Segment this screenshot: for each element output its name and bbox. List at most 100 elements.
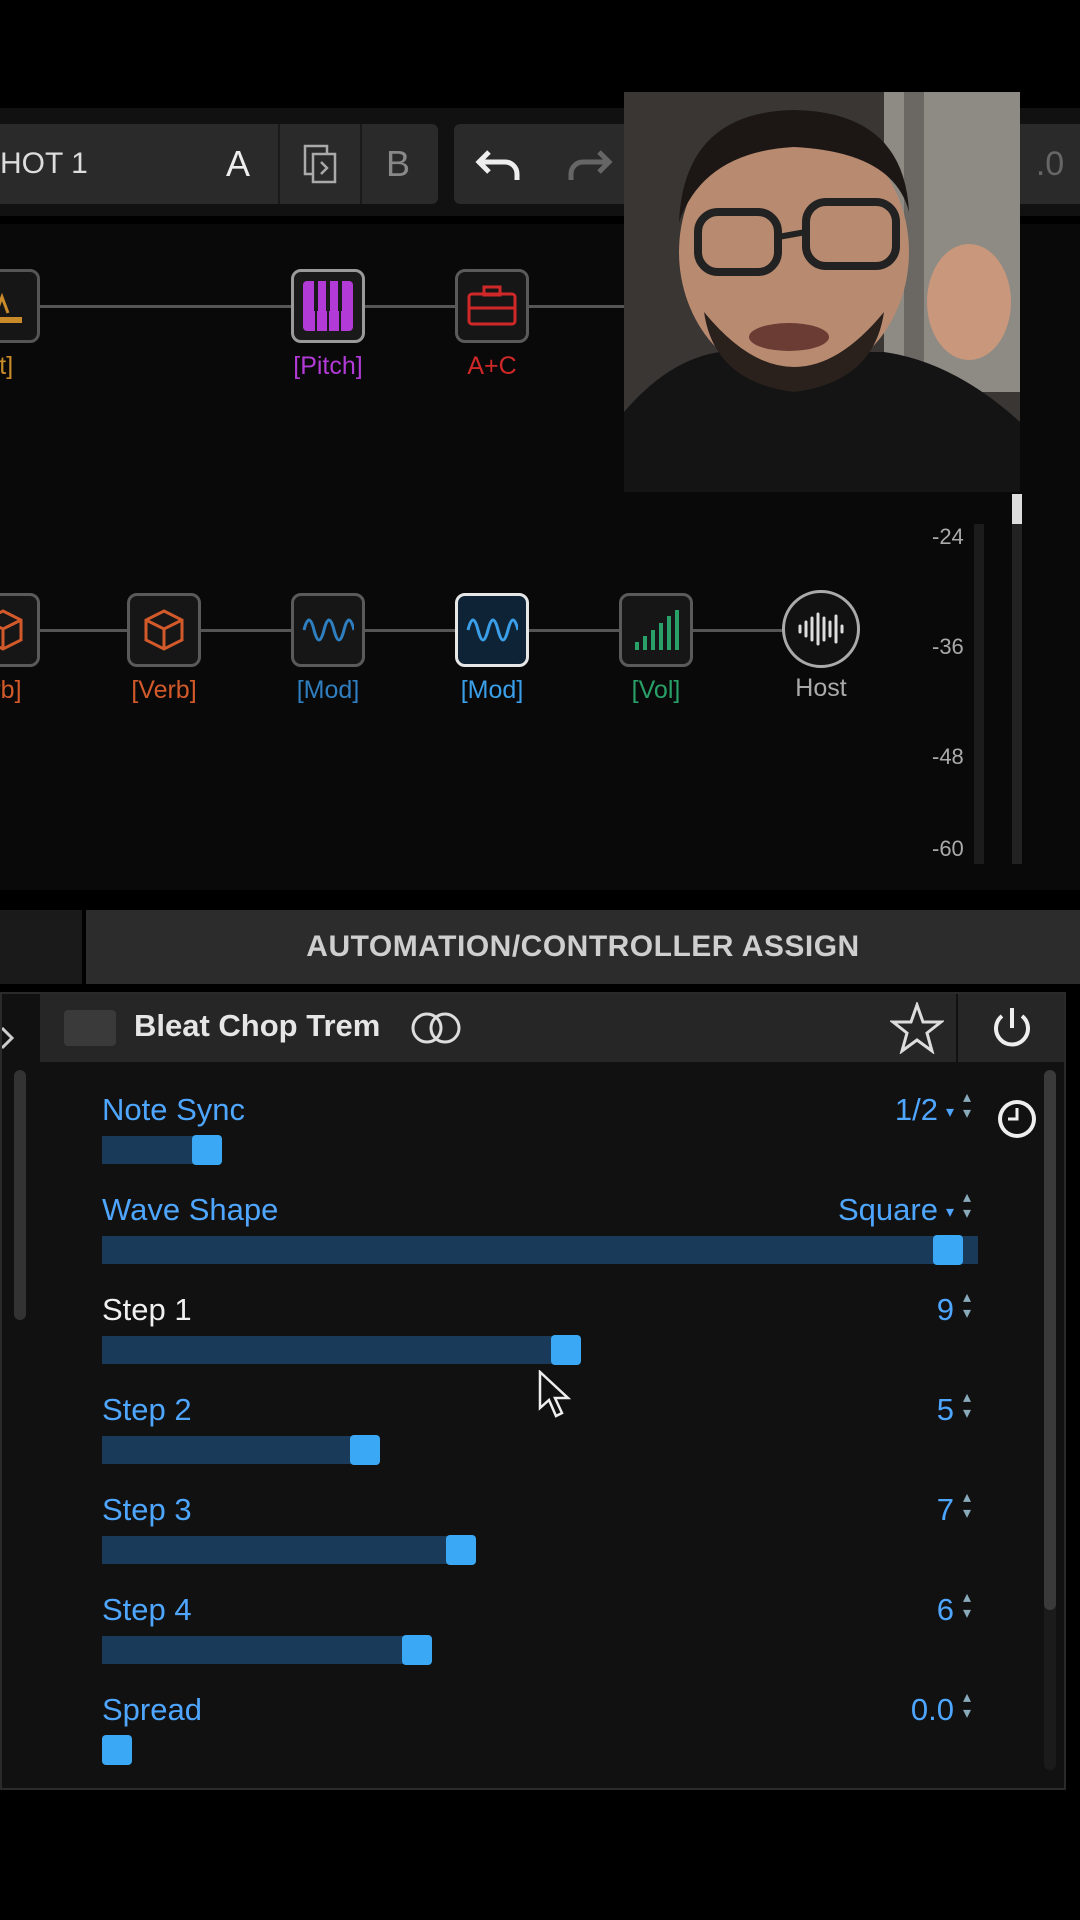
tab-left[interactable]: [0, 910, 82, 984]
cab-block[interactable]: [455, 269, 529, 343]
snapshot-selector[interactable]: HOT 1: [0, 124, 210, 204]
model-parameter-panel: Bleat Chop Trem Note Sync 1/2 ▾ ▴ ▾ Wave Shap…: [0, 992, 1066, 1790]
right-scrollbar-thumb[interactable]: [1044, 1070, 1056, 1610]
left-scrollbar[interactable]: [14, 1070, 26, 1320]
param-slider-thumb[interactable]: [349, 1435, 380, 1465]
stepper-arrows-icon[interactable]: ▴ ▾: [958, 1190, 976, 1222]
volume-block[interactable]: [619, 593, 693, 667]
stepper-arrows-icon[interactable]: ▴ ▾: [958, 1690, 976, 1722]
stepper-arrows-icon[interactable]: ▴ ▾: [958, 1590, 976, 1622]
redo-button[interactable]: [544, 124, 634, 204]
chevron-icon: [0, 1026, 15, 1050]
wave-icon: [466, 618, 518, 642]
param-name: Wave Shape: [102, 1192, 279, 1227]
reverb-block-1[interactable]: [0, 593, 40, 667]
model-name: Bleat Chop Trem: [134, 1008, 381, 1043]
model-thumbnail-icon: [64, 1010, 116, 1046]
piano-icon: [303, 281, 353, 331]
param-value[interactable]: Square ▾: [838, 1192, 954, 1228]
param-slider-thumb[interactable]: [402, 1635, 433, 1665]
toolbar-right-value[interactable]: .0: [1010, 124, 1080, 204]
amp-icon: [0, 292, 22, 323]
stepper-arrows-icon[interactable]: ▴ ▾: [958, 1390, 976, 1422]
meter-label-24: -24: [932, 524, 964, 549]
a-button[interactable]: A: [198, 124, 278, 204]
param-slider-thumb[interactable]: [933, 1235, 963, 1265]
collapse-chevron[interactable]: [0, 1024, 15, 1057]
param-slider-thumb[interactable]: [551, 1335, 582, 1365]
a-label: A: [225, 143, 250, 184]
param-name: Step 1: [102, 1292, 192, 1327]
param-value[interactable]: 6: [937, 1592, 954, 1628]
param-slider-track[interactable]: [102, 1636, 418, 1664]
redo-icon: [568, 150, 613, 180]
param-value[interactable]: 7: [937, 1492, 954, 1528]
automation-tab-label: AUTOMATION/CONTROLLER ASSIGN: [306, 930, 860, 963]
meter-label-60: -60: [932, 836, 964, 861]
stepper-arrows-icon[interactable]: ▴ ▾: [958, 1090, 976, 1122]
param-value-text: 1/2: [894, 1092, 938, 1127]
mod-block-2-selected[interactable]: [455, 593, 529, 667]
param-slider-track[interactable]: [102, 1236, 978, 1264]
cab-icon: [467, 285, 517, 326]
param-slider-thumb[interactable]: [192, 1135, 223, 1165]
b-label: B: [385, 143, 410, 184]
param-name: Step 4: [102, 1592, 192, 1627]
dropdown-caret-icon: ▾: [945, 1203, 954, 1221]
param-slider-track[interactable]: [102, 1436, 365, 1464]
presenter-video: [624, 92, 1020, 492]
mod-block-2-label: [Mod]: [460, 676, 524, 704]
param-slider-track[interactable]: [102, 1536, 462, 1564]
tab-automation-controller-assign[interactable]: AUTOMATION/CONTROLLER ASSIGN: [86, 910, 1080, 984]
pitch-block[interactable]: [291, 269, 365, 343]
param-value-text: 9: [936, 1292, 954, 1327]
mod-block-1-label: [Mod]: [296, 676, 360, 704]
param-value-text: Square: [838, 1192, 938, 1227]
stepper-arrows-icon[interactable]: ▴ ▾: [958, 1290, 976, 1322]
stereo-icon[interactable]: [408, 1010, 464, 1046]
param-name: Spread: [102, 1692, 202, 1727]
bottom-tab-bar: AUTOMATION/CONTROLLER ASSIGN: [0, 910, 1080, 984]
param-value[interactable]: 0.0: [911, 1692, 954, 1728]
favorite-star-icon[interactable]: [890, 1002, 944, 1054]
power-icon: [994, 1008, 1030, 1047]
chain-wire-row2: [0, 629, 820, 632]
model-header: Bleat Chop Trem: [40, 994, 1064, 1062]
host-output[interactable]: [782, 590, 860, 668]
undo-icon: [475, 150, 520, 180]
reverb-block-2[interactable]: [127, 593, 201, 667]
param-slider-track[interactable]: [102, 1336, 567, 1364]
clock-icon[interactable]: [994, 1096, 1040, 1142]
param-name: Step 3: [102, 1492, 192, 1527]
toolbar-right-label: .0: [1035, 144, 1065, 183]
param-name: Note Sync: [102, 1092, 246, 1127]
stepper-arrows-icon[interactable]: ▴ ▾: [958, 1490, 976, 1522]
dropdown-caret-icon: ▾: [945, 1103, 954, 1121]
param-name: Step 2: [102, 1392, 192, 1427]
param-slider-thumb[interactable]: [102, 1735, 132, 1765]
amp-block[interactable]: [0, 269, 40, 343]
amp-block-label: st]: [0, 352, 14, 380]
cube-icon: [0, 609, 23, 651]
ab-compare-group: A B: [198, 124, 438, 204]
copy-icon: [303, 144, 337, 184]
reverb-block-1-label: erb]: [0, 676, 22, 704]
param-value[interactable]: 5: [937, 1392, 954, 1428]
volume-icon: [635, 610, 679, 650]
mod-block-1[interactable]: [291, 593, 365, 667]
host-label: Host: [795, 674, 847, 702]
b-button[interactable]: B: [358, 124, 438, 204]
meter-label-48: -48: [932, 744, 964, 769]
copy-ab-button[interactable]: [278, 124, 362, 204]
meter-label-36: -36: [932, 634, 964, 659]
param-value[interactable]: 1/2 ▾: [895, 1092, 954, 1128]
output-meter-right: [1012, 494, 1022, 864]
waveform-icon: [798, 612, 844, 646]
param-slider-thumb[interactable]: [446, 1535, 477, 1565]
param-value-text: 7: [936, 1492, 954, 1527]
pitch-block-label: [Pitch]: [293, 352, 363, 380]
undo-button[interactable]: [454, 124, 544, 204]
cab-block-label: A+C: [467, 352, 517, 380]
power-button[interactable]: [956, 994, 1066, 1062]
param-value[interactable]: 9: [937, 1292, 954, 1328]
